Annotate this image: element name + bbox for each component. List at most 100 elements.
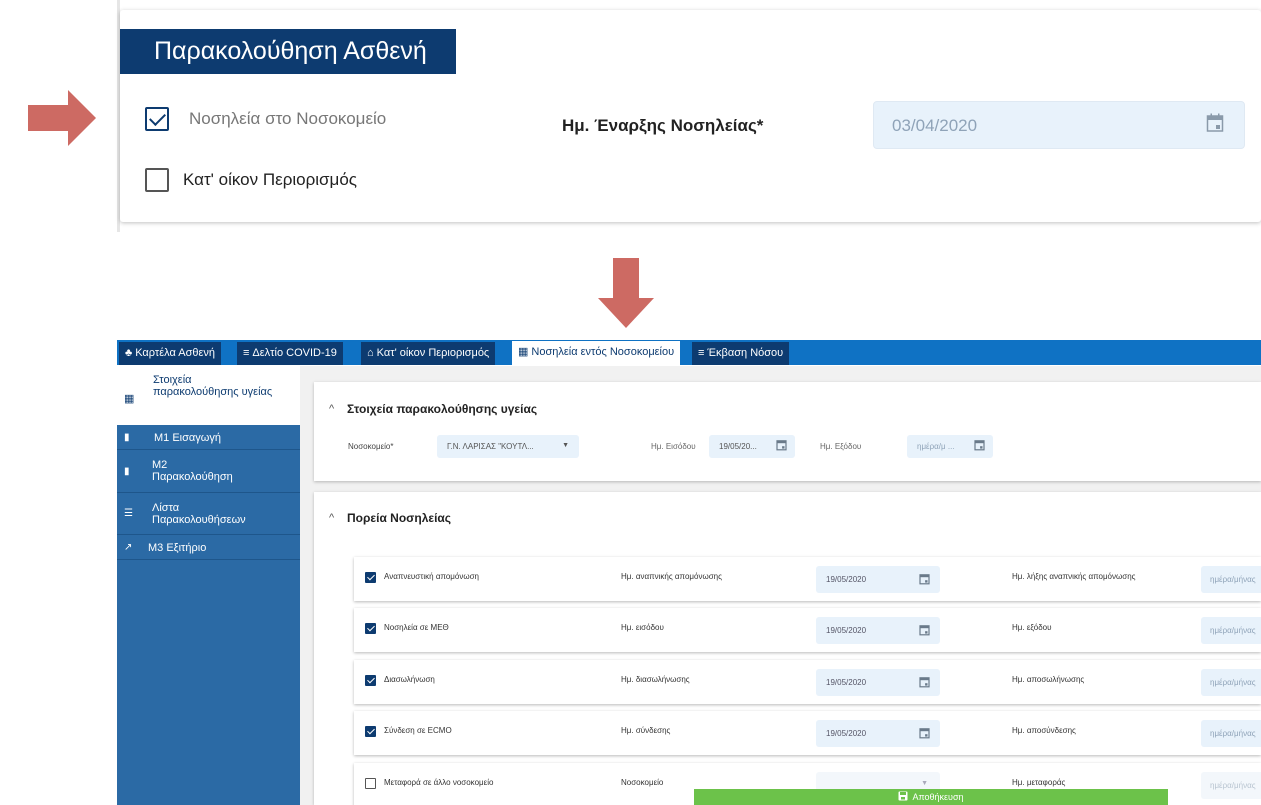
list-item: Σύνδεση σε ECMO Ημ. σύνδεσης 19/05/2020 …: [354, 711, 1261, 755]
row-checkbox[interactable]: [365, 778, 376, 789]
row-end-date-input[interactable]: ημέρα/μήνας: [1201, 772, 1261, 799]
row-date-value: 19/05/2020: [826, 678, 867, 687]
course-section-title: Πορεία Νοσηλείας: [347, 511, 452, 525]
sidebar-item-m3-discharge[interactable]: ↗ Μ3 Εξιτήριο: [117, 535, 300, 560]
list-icon: ≡: [243, 347, 250, 359]
home-restriction-checkbox[interactable]: [145, 168, 169, 192]
row-checkbox[interactable]: [365, 726, 376, 737]
row-date-label: Ημ. διασωλήνωσης: [621, 675, 690, 684]
row-checkbox[interactable]: [365, 623, 376, 634]
tab-covid-report[interactable]: ≡ Δελτίο COVID-19: [237, 342, 343, 365]
list-item: Αναπνευστική απομόνωση Ημ. αναπνικής απο…: [354, 557, 1261, 601]
home-icon: ⌂: [367, 347, 374, 359]
list-icon: ≡: [698, 347, 705, 359]
row-checkbox[interactable]: [365, 675, 376, 686]
row-label: Διασωλήνωση: [384, 675, 435, 684]
start-date-input[interactable]: 03/04/2020: [873, 101, 1245, 149]
sidebar-item-label: Στοιχεία παρακολούθησης υγείας: [153, 374, 273, 398]
entry-date-input[interactable]: 19/05/20...: [709, 435, 795, 458]
save-icon: [898, 790, 908, 805]
hospital-select[interactable]: Γ.Ν. ΛΑΡΙΣΑΣ "ΚΟΥΤΛ... ▼: [437, 435, 579, 458]
arrow-right-icon: [28, 90, 96, 146]
tab-label: Νοσηλεία εντός Νοσοκομείου: [531, 346, 675, 358]
exit-date-input[interactable]: ημέρα/μ ...: [907, 435, 993, 458]
tab-label: Έκβαση Νόσου: [707, 347, 784, 359]
row-end-placeholder: ημέρα/μήνας: [1210, 678, 1256, 687]
arrow-down-icon: [598, 258, 654, 328]
tab-hospitalization[interactable]: ▦ Νοσηλεία εντός Νοσοκομείου: [512, 341, 681, 365]
entry-date-label: Ημ. Εισόδου: [651, 442, 696, 451]
calendar-icon[interactable]: [776, 439, 787, 453]
tab-disease-outcome[interactable]: ≡ Έκβαση Νόσου: [692, 342, 790, 365]
calendar-icon[interactable]: [919, 572, 930, 590]
row-end-label: Ημ. λήξης αναπνικής απομόνωσης: [1012, 572, 1136, 581]
sidebar-item-label: Μ1 Εισαγωγή: [154, 432, 221, 444]
hospital-icon: ▦: [124, 393, 135, 405]
row-label: Μεταφορά σε άλλο νοσοκομείο: [384, 778, 494, 787]
row-date-label: Νοσοκομείο: [621, 778, 664, 787]
row-end-date-input[interactable]: ημέρα/μήνας: [1201, 720, 1261, 747]
row-end-placeholder: ημέρα/μήνας: [1210, 729, 1256, 738]
tab-label: Δελτίο COVID-19: [252, 347, 337, 359]
sidebar-item-monitoring-list[interactable]: ☰ Λίστα Παρακολουθήσεων: [117, 493, 300, 535]
calendar-icon[interactable]: [974, 439, 985, 453]
chevron-up-icon[interactable]: ^: [329, 403, 334, 415]
row-date-value: 19/05/2020: [826, 729, 867, 738]
entry-date-value: 19/05/20...: [719, 442, 757, 451]
chevron-down-icon: ▼: [562, 442, 569, 449]
tab-home-restriction[interactable]: ⌂ Κατ' οίκον Περιορισμός: [361, 342, 496, 365]
row-date-input[interactable]: 19/05/2020: [816, 720, 940, 747]
list-icon: ☰: [124, 508, 133, 519]
hospital-value: Γ.Ν. ΛΑΡΙΣΑΣ "ΚΟΥΤΛ...: [447, 442, 534, 451]
save-button[interactable]: Αποθήκευση: [694, 789, 1168, 805]
row-end-label: Ημ. αποσύνδεσης: [1012, 726, 1076, 735]
row-checkbox[interactable]: [365, 572, 376, 583]
hospital-checkbox[interactable]: [145, 107, 169, 131]
row-date-value: 19/05/2020: [826, 575, 867, 584]
sidebar-item-m2-monitoring[interactable]: ▮ Μ2 Παρακολούθηση: [117, 450, 300, 493]
row-end-date-input[interactable]: ημέρα/μήνας: [1201, 617, 1261, 644]
tab-label: Καρτέλα Ασθενή: [135, 347, 216, 359]
row-end-placeholder: ημέρα/μήνας: [1210, 626, 1256, 635]
calendar-icon[interactable]: [1206, 113, 1224, 138]
sidebar-item-label: Μ3 Εξιτήριο: [148, 542, 207, 554]
calendar-icon[interactable]: [919, 623, 930, 641]
save-label: Αποθήκευση: [912, 792, 964, 802]
row-label: Σύνδεση σε ECMO: [384, 726, 452, 735]
file-icon: ▮: [124, 466, 130, 477]
panel-title: Παρακολούθηση Ασθενή: [120, 29, 456, 74]
file-icon: ▮: [124, 432, 130, 443]
external-link-icon: ↗: [124, 542, 133, 553]
row-label: Αναπνευστική απομόνωση: [384, 572, 479, 581]
row-date-label: Ημ. σύνδεσης: [621, 726, 671, 735]
hospital-icon: ▦: [518, 346, 529, 358]
row-date-input[interactable]: 19/05/2020: [816, 669, 940, 696]
row-end-placeholder: ημέρα/μήνας: [1210, 575, 1256, 584]
chevron-up-icon[interactable]: ^: [329, 512, 334, 524]
hospital-label: Νοσοκομείο*: [348, 442, 394, 451]
chevron-down-icon: ▼: [921, 780, 928, 787]
sidebar-item-health-monitoring[interactable]: ▦ Στοιχεία παρακολούθησης υγείας: [117, 366, 300, 425]
users-icon: ♣: [125, 347, 133, 359]
sidebar-item-label: Μ2 Παρακολούθηση: [152, 459, 233, 483]
row-end-label: Ημ. μεταφοράς: [1012, 778, 1066, 787]
row-date-input[interactable]: 19/05/2020: [816, 566, 940, 593]
start-date-label: Ημ. Έναρξης Νοσηλείας*: [562, 116, 764, 135]
row-date-input[interactable]: 19/05/2020: [816, 617, 940, 644]
row-end-date-input[interactable]: ημέρα/μήνας: [1201, 566, 1261, 593]
row-end-label: Ημ. αποσωλήνωσης: [1012, 675, 1085, 684]
sidebar-item-label: Λίστα Παρακολουθήσεων: [152, 502, 246, 526]
row-date-label: Ημ. αναπνικής απομόνωσης: [621, 572, 722, 581]
exit-date-label: Ημ. Εξόδου: [820, 442, 862, 451]
health-section-title: Στοιχεία παρακολούθησης υγείας: [347, 402, 538, 416]
list-item: Διασωλήνωση Ημ. διασωλήνωσης 19/05/2020 …: [354, 660, 1261, 704]
row-end-label: Ημ. εξόδου: [1012, 623, 1052, 632]
start-date-value: 03/04/2020: [892, 116, 978, 135]
list-item: Νοσηλεία σε ΜΕΘ Ημ. εισόδου 19/05/2020 Η…: [354, 608, 1261, 652]
sidebar-item-m1-admission[interactable]: ▮ Μ1 Εισαγωγή: [117, 425, 300, 450]
calendar-icon[interactable]: [919, 726, 930, 744]
tab-patient-card[interactable]: ♣ Καρτέλα Ασθενή: [119, 342, 222, 365]
row-end-placeholder: ημέρα/μήνας: [1210, 781, 1256, 790]
row-end-date-input[interactable]: ημέρα/μήνας: [1201, 669, 1261, 696]
calendar-icon[interactable]: [919, 675, 930, 693]
